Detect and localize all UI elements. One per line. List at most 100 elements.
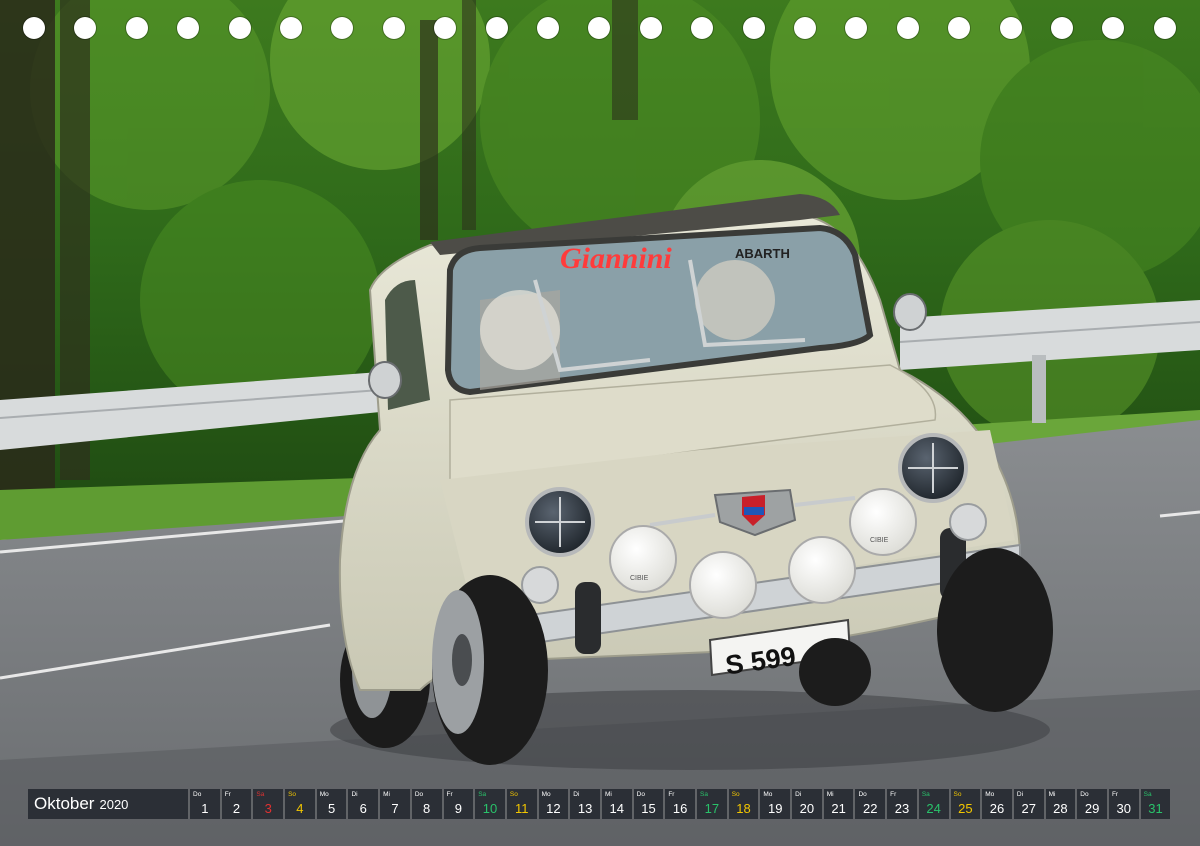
day-number: 17 <box>704 801 720 816</box>
binder-hole <box>177 17 200 39</box>
binder-hole <box>280 17 302 39</box>
calendar-day: Sa 31 <box>1140 789 1171 819</box>
weekday-label: Di <box>573 791 580 798</box>
month-name: Oktober <box>34 794 95 813</box>
bumper-guard <box>575 582 601 654</box>
day-number: 19 <box>767 801 783 816</box>
weekday-label: Do <box>193 791 202 798</box>
weekday-label: Fr <box>1111 791 1119 798</box>
weekday-label: So <box>731 791 740 798</box>
binder-hole <box>794 17 816 39</box>
calendar-day: Mo 26 <box>982 789 1012 819</box>
weekday-label: So <box>953 791 962 798</box>
indicator-light <box>949 503 987 541</box>
day-number: 20 <box>799 801 815 816</box>
day-number: 18 <box>736 801 751 816</box>
binder-holes <box>0 0 1200 56</box>
windshield-banner: Giannini <box>560 242 672 275</box>
car-photo: Giannini ABARTH CIBIE CIBIE S 599 <box>0 0 1200 846</box>
wheel <box>937 548 1053 712</box>
calendar-day: Mo 12 <box>538 789 569 819</box>
day-number: 13 <box>577 801 593 816</box>
day-number: 3 <box>264 801 272 816</box>
weekday-label: Fr <box>890 791 897 798</box>
binder-hole <box>537 17 559 39</box>
weekday-label: Sa <box>700 791 708 798</box>
day-number: 31 <box>1148 801 1163 816</box>
binder-hole <box>742 17 765 39</box>
binder-hole <box>691 17 714 39</box>
calendar-strip: Oktober 2020 Do 1 Fr 2 Sa 3 So 4 Mo 5 Di 6 Mi 7 Do 8 Fr 9… <box>28 789 1171 819</box>
weekday-label: Fr <box>446 791 453 798</box>
calendar-day: Mo 5 <box>316 789 347 819</box>
calendar-day: Sa 3 <box>253 789 284 819</box>
day-number: 28 <box>1053 801 1068 816</box>
day-number: 16 <box>672 801 688 816</box>
day-number: 27 <box>1021 801 1036 816</box>
day-number: 14 <box>609 801 625 816</box>
day-number: 26 <box>989 801 1005 816</box>
weekday-label: Sa <box>256 791 265 798</box>
weekday-label: Mi <box>383 791 390 798</box>
weekday-label: Di <box>1016 791 1024 798</box>
day-number: 6 <box>359 801 367 816</box>
month-year: 2020 <box>99 796 129 812</box>
calendar-day: Do 8 <box>411 789 442 819</box>
binder-hole <box>1153 17 1176 39</box>
calendar-day: Do 29 <box>1077 789 1107 819</box>
month-label: Oktober 2020 <box>28 789 188 819</box>
day-number: 29 <box>1084 801 1100 816</box>
calendar-day: So 11 <box>506 789 537 819</box>
day-number: 30 <box>1116 801 1132 816</box>
calendar-day: Sa 24 <box>918 789 949 819</box>
day-number: 5 <box>327 801 336 816</box>
svg-text:CIBIE: CIBIE <box>630 575 649 582</box>
binder-hole <box>228 17 251 39</box>
day-number: 9 <box>454 801 462 816</box>
calendar-day: Fr 16 <box>665 789 695 819</box>
binder-hole <box>588 17 611 39</box>
calendar-day: Mi 14 <box>601 789 632 819</box>
calendar-day: Mo 19 <box>760 789 791 819</box>
weekday-label: Di <box>351 791 358 798</box>
weekday-label: Mo <box>763 791 773 798</box>
day-number: 8 <box>423 801 431 816</box>
day-number: 21 <box>831 801 846 816</box>
calendar-day: Do 22 <box>855 789 886 819</box>
weekday-label: Do <box>1080 791 1089 798</box>
calendar-day: Mi 7 <box>380 789 410 819</box>
binder-hole <box>1102 17 1125 39</box>
calendar-day: Sa 10 <box>475 789 505 819</box>
calendar-day: Do 15 <box>633 789 664 819</box>
binder-hole <box>74 17 97 39</box>
weekday-label: Mo <box>541 791 551 798</box>
day-number: 11 <box>514 801 529 816</box>
weekday-label: Mo <box>985 791 995 798</box>
binder-hole <box>896 17 919 39</box>
day-number: 12 <box>546 801 561 816</box>
weekday-label: Mi <box>1048 791 1056 798</box>
binder-hole <box>485 17 508 39</box>
binder-hole <box>125 17 148 39</box>
binder-hole <box>331 17 354 39</box>
side-mirror <box>368 361 402 399</box>
day-number: 22 <box>863 801 878 816</box>
visor-text: ABARTH <box>735 246 790 261</box>
day-number: 2 <box>232 801 241 816</box>
calendar-day: Fr 9 <box>443 789 474 819</box>
calendar-day: So 4 <box>285 789 315 819</box>
calendar-day: Di 27 <box>1013 789 1044 819</box>
wheel <box>799 638 871 706</box>
binder-hole <box>382 17 405 39</box>
day-number: 10 <box>482 801 498 816</box>
binder-hole <box>1051 17 1073 39</box>
day-number: 25 <box>958 801 973 816</box>
weekday-label: Sa <box>1143 791 1152 798</box>
calendar-day: Mi 21 <box>823 789 854 819</box>
weekday-label: Mo <box>319 791 329 798</box>
svg-text:CIBIE: CIBIE <box>870 537 889 544</box>
binder-hole <box>639 17 662 39</box>
weekday-label: Fr <box>668 791 675 798</box>
weekday-label: Di <box>795 791 802 798</box>
day-number: 4 <box>296 801 304 816</box>
